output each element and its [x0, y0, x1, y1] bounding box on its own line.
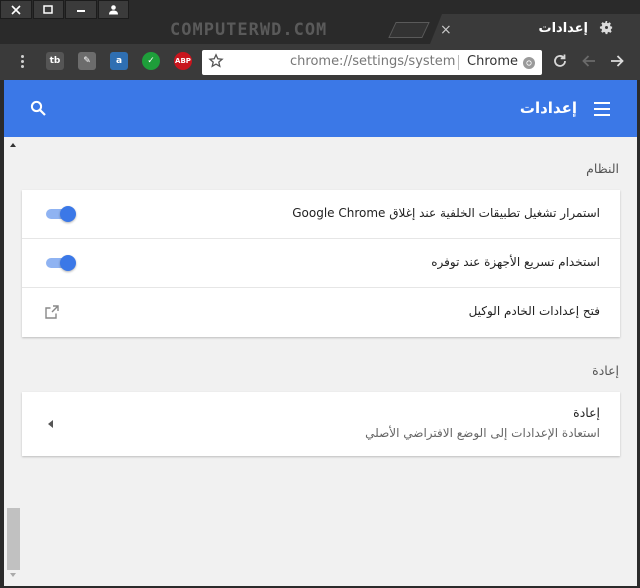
settings-page: إعدادات النظام استمرار تشغيل تطبيقات الخ…	[4, 80, 637, 586]
new-tab-button[interactable]	[388, 22, 430, 38]
background-apps-toggle[interactable]	[46, 206, 76, 222]
user-icon	[108, 5, 118, 15]
scroll-up-arrow[interactable]	[10, 143, 16, 147]
close-icon	[11, 4, 21, 15]
checkmark-extension-icon[interactable]: ✓	[142, 52, 160, 70]
restore-window-button[interactable]	[32, 0, 64, 19]
minimize-icon	[76, 9, 85, 12]
url-text[interactable]: chrome://settings/system	[290, 54, 455, 69]
gear-icon	[599, 20, 614, 39]
tab-title: إعدادات	[538, 21, 589, 36]
forward-disabled-icon	[581, 53, 597, 73]
minimize-window-button[interactable]	[65, 0, 97, 19]
reset-description: استعادة الإعدادات إلى الوضع الافتراضي ال…	[365, 426, 600, 440]
section-heading-reset: إعادة	[592, 363, 619, 378]
setting-row-background-apps[interactable]: استمرار تشغيل تطبيقات الخلفية عند إغلاق …	[22, 190, 620, 239]
reset-title: إعادة	[573, 405, 600, 420]
chevron-left-icon[interactable]	[48, 420, 53, 428]
address-bar[interactable]: chrome://settings/system Chrome	[202, 50, 542, 75]
reload-icon[interactable]	[552, 53, 568, 73]
adblock-extension-icon[interactable]: ABP	[174, 52, 192, 70]
setting-label: فتح إعدادات الخادم الوكيل	[468, 304, 600, 318]
section-heading-system: النظام	[586, 161, 619, 176]
browser-toolbar: tb ✎ a ✓ ABP chrome://settings/system Ch…	[0, 44, 640, 80]
extension-label: ✓	[147, 56, 155, 66]
extension-label: a	[115, 56, 123, 66]
setting-row-proxy[interactable]: فتح إعدادات الخادم الوكيل	[22, 288, 620, 337]
close-window-button[interactable]	[0, 0, 32, 19]
chrome-logo-icon	[522, 55, 536, 74]
extension-label: ✎	[83, 56, 91, 66]
settings-app-bar: إعدادات	[4, 80, 637, 137]
setting-label: استخدام تسريع الأجهزة عند توفره	[431, 255, 600, 269]
omnibox-separator	[458, 55, 459, 70]
watermark-text: COMPUTERWD.COM	[170, 20, 328, 40]
system-settings-card: استمرار تشغيل تطبيقات الخلفية عند إغلاق …	[22, 190, 620, 337]
hardware-acceleration-toggle[interactable]	[46, 255, 76, 271]
chrome-chip-label: Chrome	[467, 54, 518, 69]
pen-extension-icon[interactable]: ✎	[78, 52, 96, 70]
back-arrow-icon[interactable]	[609, 53, 625, 73]
scrollbar-thumb[interactable]	[7, 508, 20, 570]
scroll-down-arrow[interactable]	[10, 573, 16, 577]
tab-close-icon[interactable]: ×	[440, 22, 452, 38]
menu-dots-icon[interactable]	[16, 54, 28, 70]
title-bar: COMPUTERWD.COM × إعدادات	[0, 0, 640, 44]
extension-label: ABP	[175, 57, 191, 65]
restore-icon	[43, 5, 53, 14]
window-controls	[0, 0, 130, 20]
search-icon[interactable]	[30, 100, 47, 121]
page-title: إعدادات	[519, 99, 577, 117]
amazon-extension-icon[interactable]: a	[110, 52, 128, 70]
tb-extension-icon[interactable]: tb	[46, 52, 64, 70]
reset-settings-card[interactable]: إعادة استعادة الإعدادات إلى الوضع الافتر…	[22, 392, 620, 456]
bookmark-star-icon[interactable]	[208, 53, 224, 73]
setting-label: استمرار تشغيل تطبيقات الخلفية عند إغلاق …	[292, 206, 600, 220]
user-profile-button[interactable]	[97, 0, 129, 19]
hamburger-menu-icon[interactable]	[594, 102, 610, 120]
open-external-icon[interactable]	[44, 304, 60, 324]
setting-row-hardware-acceleration[interactable]: استخدام تسريع الأجهزة عند توفره	[22, 239, 620, 288]
extension-label: tb	[49, 56, 61, 66]
